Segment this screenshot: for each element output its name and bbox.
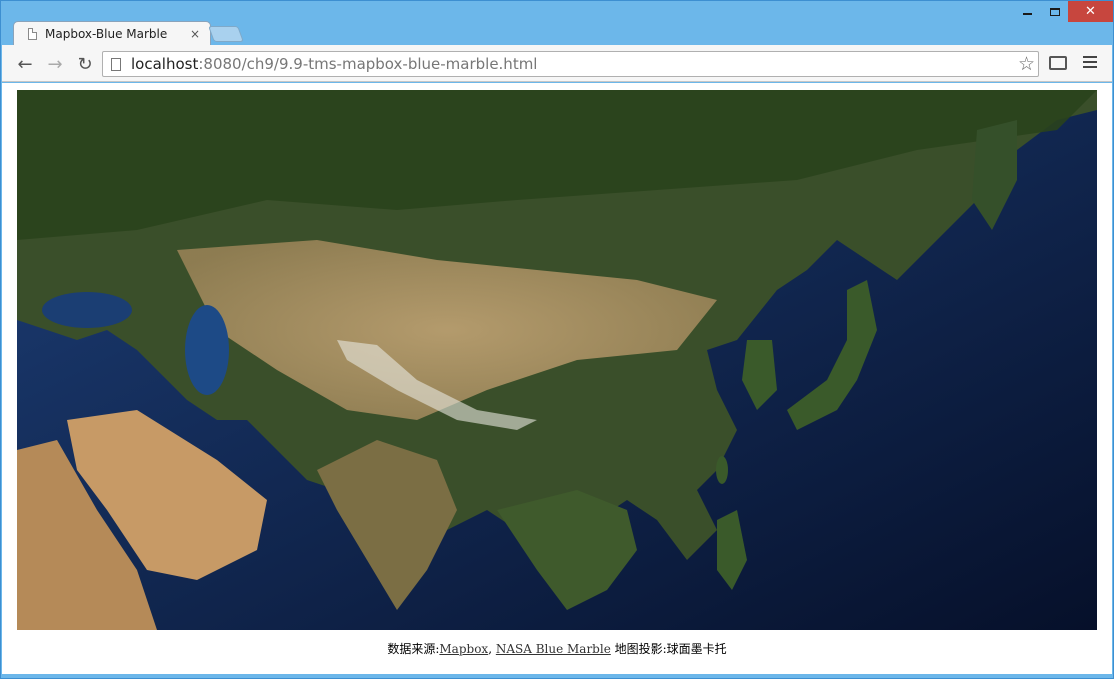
page-icon [111, 57, 121, 71]
forward-arrow-icon: → [47, 53, 63, 75]
mapbox-link[interactable]: Mapbox [439, 642, 488, 656]
browser-window: ✕ Mapbox-Blue Marble × ← → ↻ localhost:8… [0, 0, 1114, 679]
caption-prefix: 数据来源: [387, 642, 440, 656]
reload-icon: ↻ [77, 53, 93, 75]
maximize-icon [1049, 7, 1060, 16]
tab-active[interactable]: Mapbox-Blue Marble × [13, 21, 211, 46]
back-arrow-icon: ← [17, 53, 33, 75]
satellite-map-image [17, 90, 1097, 630]
page-icon [28, 28, 37, 40]
page-content: 数据来源:Mapbox, NASA Blue Marble 地图投影:球面墨卡托 [2, 83, 1112, 674]
bookmark-star-icon[interactable]: ☆ [1018, 53, 1035, 75]
caption-suffix: 地图投影:球面墨卡托 [610, 642, 727, 656]
cast-icon[interactable] [1049, 56, 1067, 70]
back-button[interactable]: ← [14, 53, 36, 75]
nasa-blue-marble-link[interactable]: NASA Blue Marble [496, 642, 611, 656]
toolbar: ← → ↻ localhost:8080/ch9/9.9-tms-mapbox-… [2, 45, 1112, 82]
close-window-button[interactable]: ✕ [1068, 1, 1113, 22]
new-tab-button[interactable] [208, 26, 244, 42]
address-bar[interactable]: localhost:8080/ch9/9.9-tms-mapbox-blue-m… [102, 51, 1039, 77]
tab-title: Mapbox-Blue Marble [45, 27, 168, 41]
close-icon: ✕ [1085, 4, 1096, 19]
reload-button[interactable]: ↻ [74, 53, 96, 75]
menu-icon[interactable] [1083, 56, 1097, 71]
caption-separator: , [488, 642, 496, 656]
forward-button[interactable]: → [44, 53, 66, 75]
map-caption: 数据来源:Mapbox, NASA Blue Marble 地图投影:球面墨卡托 [2, 640, 1112, 657]
maximize-button[interactable] [1041, 1, 1068, 22]
map-view[interactable] [17, 90, 1097, 630]
minimize-icon [1023, 13, 1032, 15]
minimize-button[interactable] [1014, 1, 1041, 22]
window-controls: ✕ [1014, 1, 1113, 22]
url-path: :8080/ch9/9.9-tms-mapbox-blue-marble.htm… [198, 55, 538, 73]
url-host: localhost [131, 55, 199, 73]
tab-close-button[interactable]: × [190, 27, 200, 41]
